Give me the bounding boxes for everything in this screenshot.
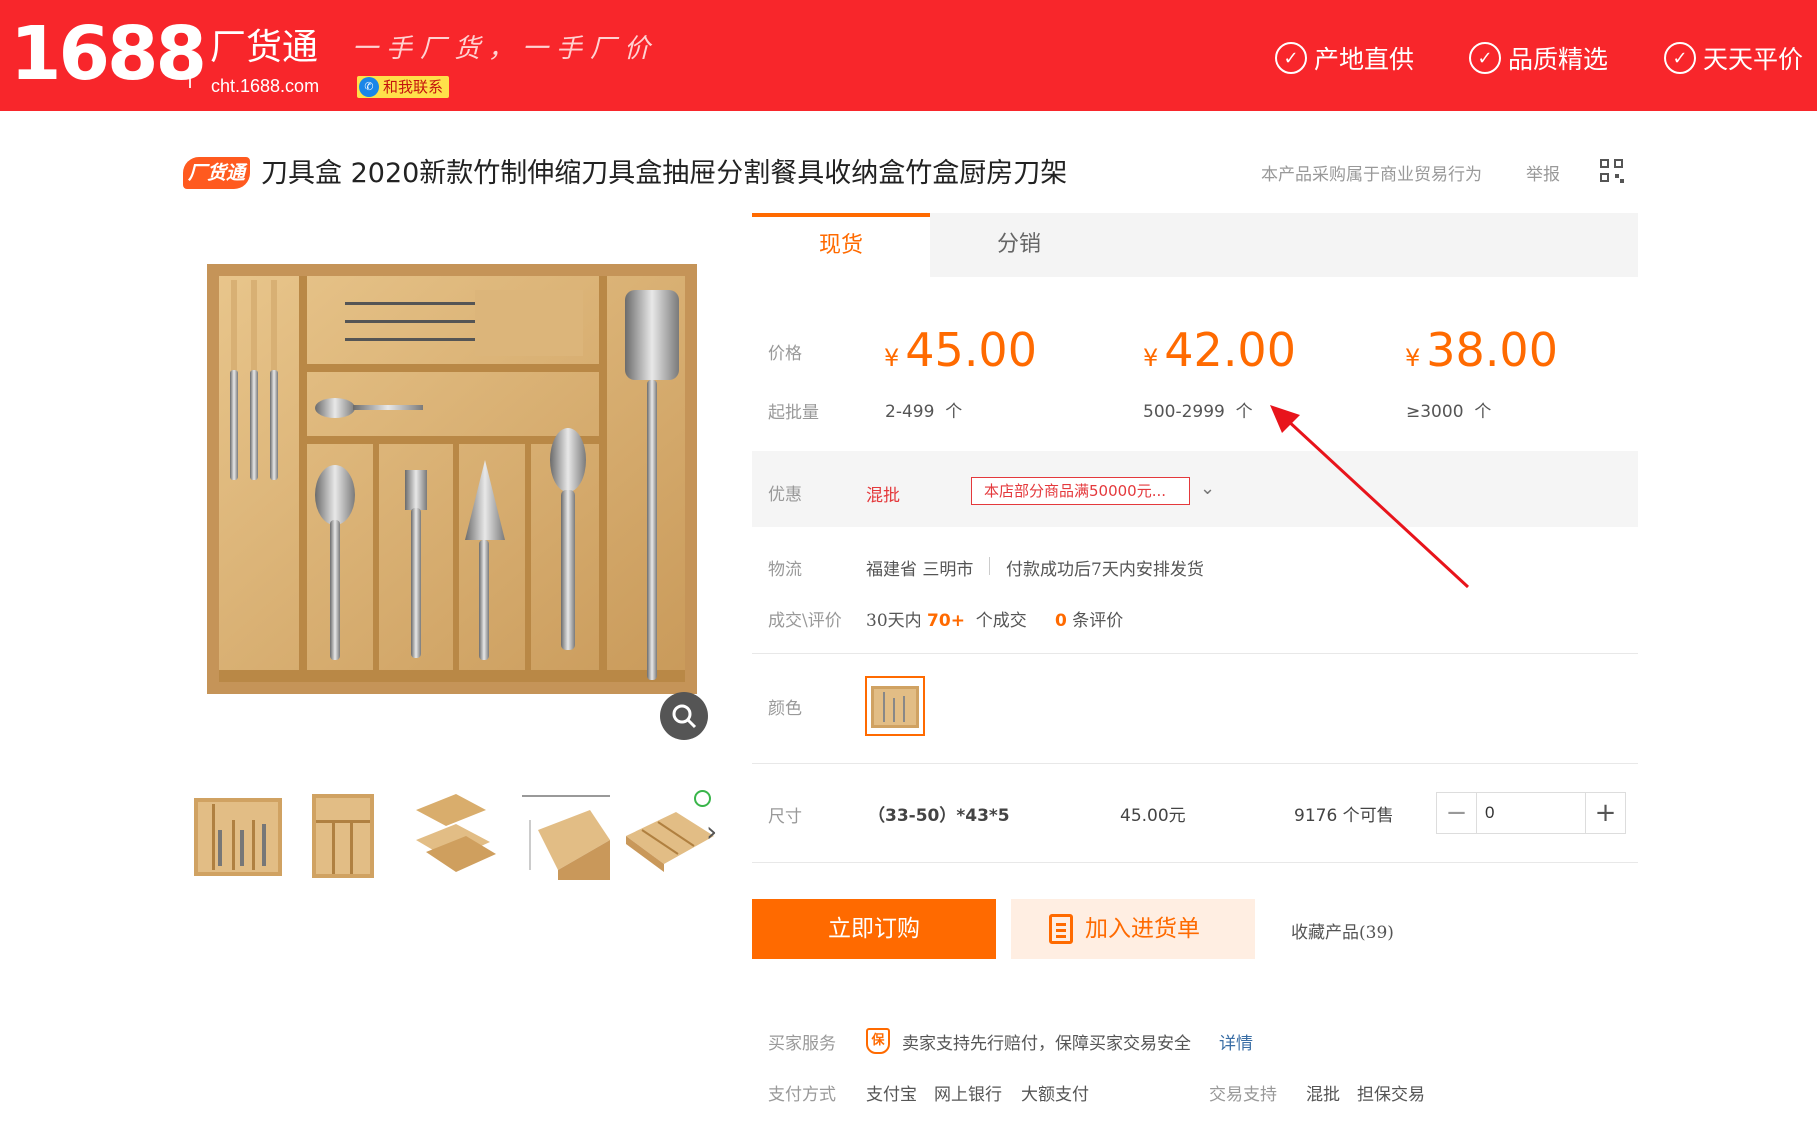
promise-label: 产地直供 (1314, 45, 1415, 74)
product-title: 刀具盒 2020新款竹制伸缩刀具盒抽屉分割餐具收纳盒竹盒厨房刀架 (261, 158, 1068, 189)
guarantee-icon: 保 (866, 1028, 890, 1054)
thumbnail-2[interactable] (304, 790, 397, 880)
promo-coupon[interactable]: 本店部分商品满50000元... (971, 477, 1190, 505)
report-link[interactable]: 举报 (1526, 160, 1560, 185)
price-value: 45.00 (905, 323, 1037, 377)
logo-divider (189, 30, 191, 88)
product-main-image[interactable] (195, 240, 715, 715)
swatch-thumbnail (871, 686, 919, 728)
quantity-stepper: − + (1436, 792, 1626, 834)
thumbnail-4[interactable] (520, 790, 613, 880)
annotation-arrow (1270, 405, 1470, 589)
service-label: 买家服务 (768, 1034, 836, 1054)
size-stock: 9176 个可售 (1294, 806, 1394, 826)
payment-method: 大额支付 (1021, 1085, 1089, 1105)
promise-quality: ✓ 品质精选 (1469, 38, 1608, 78)
logistics-label: 物流 (768, 560, 802, 580)
thumbnail-3[interactable] (406, 790, 499, 880)
payment-method: 支付宝 (866, 1085, 917, 1105)
moq-label: 起批量 (768, 403, 819, 423)
quantity-input[interactable] (1485, 801, 1575, 825)
size-price: 45.00元 (1120, 806, 1186, 826)
service-text: 卖家支持先行赔付，保障买家交易安全 (902, 1034, 1191, 1054)
promise-price: ✓ 天天平价 (1664, 38, 1803, 78)
minus-button[interactable]: − (1437, 793, 1477, 833)
video-badge-icon (694, 790, 711, 807)
color-option-swatch[interactable] (865, 676, 925, 736)
price-label: 价格 (768, 344, 802, 364)
tab-distribution[interactable]: 分销 (930, 213, 1108, 277)
size-spec: （33-50）*43*5 (868, 806, 1010, 826)
trade-support-label: 交易支持 (1209, 1085, 1277, 1105)
promise-origin: ✓ 产地直供 (1275, 38, 1414, 78)
reviews-link[interactable]: 0 条评价 (1055, 606, 1123, 631)
chat-icon: ✆ (359, 77, 379, 97)
trade-support-item: 担保交易 (1357, 1085, 1425, 1105)
promo-label: 优惠 (768, 485, 802, 505)
tab-spot[interactable]: 现货 (752, 213, 930, 277)
brand-url[interactable]: cht.1688.com (211, 76, 319, 97)
check-circle-icon: ✓ (1469, 42, 1501, 74)
price-tier-1: ¥45.00 (884, 322, 1037, 386)
divider (989, 557, 990, 575)
contact-seller-button[interactable]: ✆ 和我联系 (357, 76, 450, 98)
factory-badge: 厂货通 (183, 157, 250, 189)
contact-label: 和我联系 (383, 78, 444, 96)
site-logo[interactable]: 1688 (10, 14, 207, 94)
sales-mode-tabs: 现货 分销 (752, 213, 1638, 277)
ship-time: 付款成功后7天内安排发货 (1006, 560, 1204, 580)
currency-symbol: ¥ (1143, 344, 1159, 372)
color-label: 颜色 (768, 699, 802, 719)
service-detail-link[interactable]: 详情 (1219, 1029, 1253, 1054)
price-value: 38.00 (1426, 323, 1558, 377)
add-to-cart-label: 加入进货单 (1085, 916, 1200, 942)
trade-support-item: 混批 (1306, 1085, 1340, 1105)
plus-button[interactable]: + (1585, 793, 1625, 833)
divider (752, 862, 1638, 863)
favorite-link[interactable]: 收藏产品(39) (1291, 918, 1394, 943)
site-header: 1688 厂货通 cht.1688.com 一手厂货，一手厂价 ✆ 和我联系 ✓… (0, 0, 1817, 111)
divider (752, 763, 1638, 764)
thumbnail-1[interactable] (192, 790, 285, 880)
mixed-batch-tag: 混批 (866, 486, 900, 506)
trade-notice[interactable]: 本产品采购属于商业贸易行为 (1261, 160, 1482, 185)
payment-method: 网上银行 (934, 1085, 1002, 1105)
chevron-down-icon[interactable]: ⌄ (1200, 478, 1215, 499)
deals-label: 成交\评价 (768, 611, 842, 631)
promise-label: 品质精选 (1508, 45, 1609, 74)
qrcode-icon[interactable] (1600, 159, 1624, 183)
magnifier-icon (672, 704, 697, 729)
size-label: 尺寸 (768, 807, 802, 827)
deals-count: 30天内 70+ 个成交 (866, 611, 1027, 631)
price-tier-2: ¥42.00 (1143, 322, 1296, 386)
check-circle-icon: ✓ (1664, 42, 1696, 74)
buy-now-button[interactable]: 立即订购 (752, 899, 996, 959)
qty-range-2: 500-2999 个 (1143, 402, 1253, 422)
currency-symbol: ¥ (1405, 344, 1421, 372)
zoom-button[interactable] (660, 692, 708, 740)
price-value: 42.00 (1164, 323, 1296, 377)
currency-symbol: ¥ (884, 344, 900, 372)
qty-range-1: 2-499 个 (885, 402, 963, 422)
ship-origin: 福建省 三明市 (866, 560, 974, 580)
clipboard-icon (1049, 914, 1073, 944)
check-circle-icon: ✓ (1275, 42, 1307, 74)
brand-slogan: 一手厂货，一手厂价 (352, 34, 659, 64)
price-tier-3: ¥38.00 (1405, 322, 1558, 386)
promise-label: 天天平价 (1703, 45, 1804, 74)
divider (752, 653, 1638, 654)
brand-name[interactable]: 厂货通 (210, 26, 318, 70)
payment-label: 支付方式 (768, 1085, 836, 1105)
chevron-right-icon[interactable]: › (706, 815, 717, 848)
add-to-cart-button[interactable]: 加入进货单 (1011, 899, 1255, 959)
